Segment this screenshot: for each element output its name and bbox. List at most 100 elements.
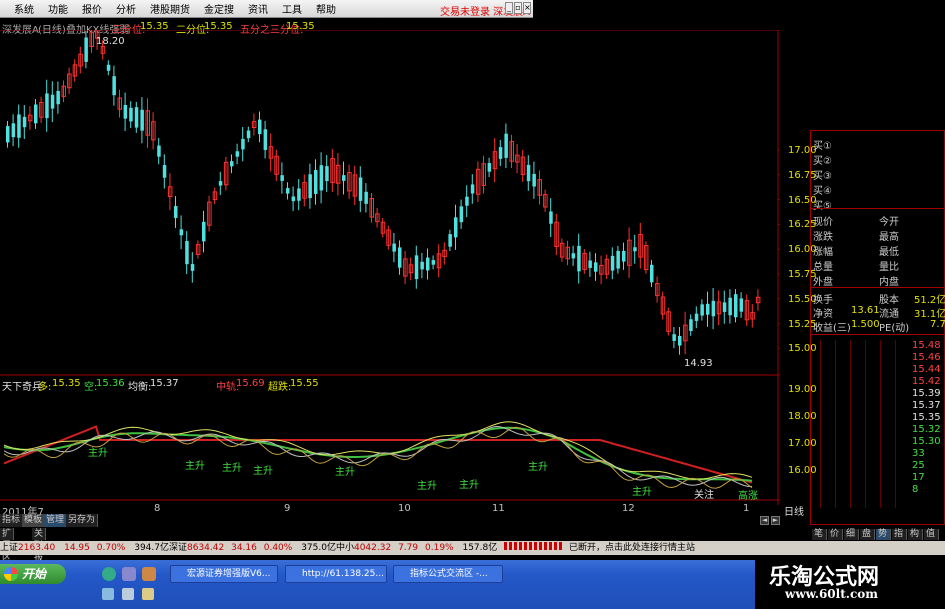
candle-body [739,298,744,312]
candle [212,187,218,204]
candle-body [162,165,167,178]
restore-button[interactable]: ▫ [514,2,522,14]
candle [392,233,396,263]
media-icon[interactable] [122,567,136,581]
task-stock-app[interactable]: 宏源证券增强版V6... [170,565,278,583]
menu-tools[interactable]: 工具 [282,1,302,16]
kline-chart[interactable] [0,30,780,505]
candle-body [431,260,436,265]
side-tab[interactable]: 笔 [812,529,827,540]
date-axis-tick: 1 [743,503,750,514]
candle-body [487,163,492,172]
bottom-tabs: 指标 模板 管理 另存为 ◄ ► [0,514,800,527]
candle [638,222,643,269]
folder-icon[interactable] [142,567,156,581]
mini-axis-tick: 15.44 [912,364,941,375]
indicator-signal-label: 主升 [253,466,273,477]
zx-pct: 0.19% [425,543,454,553]
menu-function[interactable]: 功能 [48,1,68,16]
candle-body [650,264,654,283]
sz-change: 34.16 [231,543,257,553]
candle [706,291,710,327]
menu-search[interactable]: 金定搜 [204,1,234,16]
candle-body [218,181,223,186]
indicator-signal-label: 主升 [528,462,548,473]
connection-message[interactable]: 已断开，点击此处连接行情主站 [569,543,695,553]
candle-body [202,221,206,242]
side-tab[interactable]: 盘 [860,529,875,540]
candle-body [157,145,161,157]
side-tab[interactable]: 势 [876,529,891,540]
candle [750,304,755,328]
sz-value: 8634.42 [187,543,225,553]
menu-news[interactable]: 资讯 [248,1,268,16]
side-tab[interactable]: 构 [908,529,923,540]
zx-amount: 157.8亿 [462,543,498,553]
candle [739,292,744,318]
scroll-right-button[interactable]: ► [771,516,780,525]
candle-body [672,334,676,341]
net-asset-value: 13.61 [851,305,880,316]
task-forum[interactable]: 指标公式交流区 -... [393,565,503,583]
menu-quote[interactable]: 报价 [82,1,102,16]
candle-body [325,166,329,182]
minimize-button[interactable]: _ [505,2,513,14]
tray-icon-1[interactable] [102,588,114,600]
quote-label: 最高 [879,232,899,243]
side-tab[interactable]: 价 [828,529,843,540]
quote-label: 内盘 [879,277,899,288]
menu-analysis[interactable]: 分析 [116,1,136,16]
scroll-left-button[interactable]: ◄ [760,516,769,525]
candle-body [414,255,419,280]
candle-body [45,93,49,119]
status-bar: 上证2163.40 14.95 0.70% 394.7亿深证8634.42 34… [0,541,945,555]
close-button[interactable]: × [523,2,531,14]
candle [11,114,16,147]
candle [268,133,274,172]
window-buttons: _ ▫ × [505,2,531,14]
candle [386,225,391,250]
tray-icon-3[interactable] [142,588,154,600]
buy-level-label: 买④ [813,186,832,197]
tray-icon-2[interactable] [122,588,134,600]
sh-pct: 0.70% [96,543,126,553]
candle-body [246,130,251,139]
candle [559,238,565,262]
menu-system[interactable]: 系统 [14,1,34,16]
side-tab[interactable]: 值 [924,529,939,540]
candle-body [532,173,536,187]
candle [700,299,704,321]
indicator-signal-label: 关注 [694,490,714,501]
ie-icon[interactable] [102,567,116,581]
candle [134,101,139,133]
side-tab[interactable]: 细 [844,529,859,540]
zx-label: 中小 [335,543,354,553]
tab-manage[interactable]: 管理 [44,514,68,527]
candle-body [728,297,732,316]
menu-help[interactable]: 帮助 [316,1,336,16]
pe-value: 7.7 [930,319,945,330]
candle [369,192,374,223]
tab-template[interactable]: 模板 [22,514,46,527]
candle-body [342,175,346,181]
menu-hk-futures[interactable]: 港股期货 [150,1,190,16]
date-axis-tick: 10 [398,503,411,514]
side-tab[interactable]: 指 [892,529,907,540]
candle [78,46,83,74]
tab-related-quote[interactable]: 关联报价 [32,528,47,575]
tab-indicator[interactable]: 指标 [0,514,24,527]
candle [246,126,251,143]
tab-save-as[interactable]: 另存为 [66,514,99,527]
candle-body [84,37,88,62]
mini-axis-tick: 15.48 [912,340,941,351]
sh-label: 上证 [0,543,19,553]
order-book-divider [810,334,945,335]
candle [145,98,150,148]
tab-extension[interactable]: 扩展区 [0,528,15,563]
indicator-signal-label: 主升 [632,487,652,498]
task-browser[interactable]: http://61.138.25... [285,565,387,583]
candle [342,161,346,195]
candle-body [235,151,240,157]
candle [314,159,318,205]
candle [50,81,55,123]
